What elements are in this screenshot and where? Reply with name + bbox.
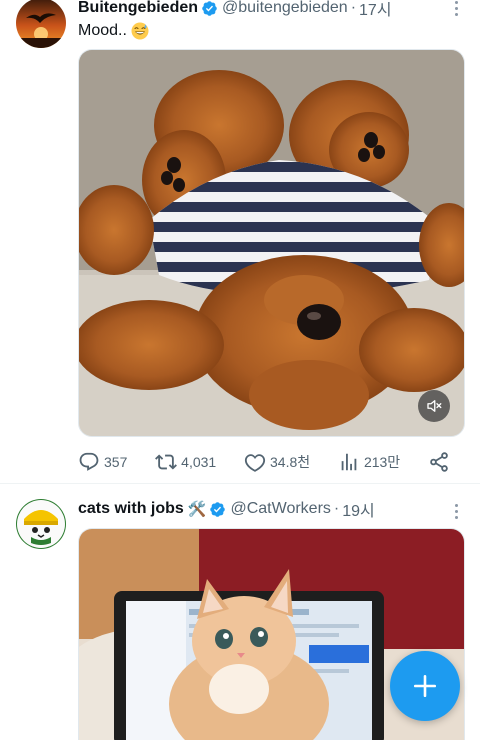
reply-button[interactable]: 357 — [78, 451, 127, 473]
hammer-wrench-emoji-icon: 🛠️ — [187, 501, 207, 518]
share-button[interactable] — [428, 451, 450, 473]
like-count: 34.8천 — [270, 454, 311, 470]
plus-icon — [413, 674, 437, 698]
tweet-header: Buitengebieden @buitengebieden · 17시 — [78, 0, 440, 20]
retweet-button[interactable]: 4,031 — [155, 451, 216, 473]
tweet-text: Mood.. — [78, 22, 149, 40]
grinning-sweat-emoji-icon — [131, 22, 149, 40]
retweet-count: 4,031 — [181, 454, 217, 470]
tweet-header: cats with jobs 🛠️ @CatWorkers · 19시 — [78, 497, 440, 521]
heart-icon — [244, 454, 266, 472]
timestamp[interactable]: 19시 — [342, 497, 375, 521]
handle[interactable]: @buitengebieden — [222, 0, 348, 17]
reply-count: 357 — [104, 454, 128, 470]
more-options-icon[interactable] — [446, 0, 466, 18]
display-name[interactable]: Buitengebieden — [78, 0, 198, 17]
tweet[interactable]: Buitengebieden @buitengebieden · 17시 Moo… — [0, 0, 480, 484]
like-button[interactable]: 34.8천 — [244, 451, 310, 473]
mute-button[interactable] — [418, 390, 450, 422]
timestamp[interactable]: 17시 — [359, 0, 392, 20]
compose-tweet-button[interactable] — [390, 651, 460, 721]
more-options-icon[interactable] — [446, 501, 466, 521]
tweet-video[interactable] — [78, 49, 465, 437]
speaker-muted-icon — [427, 400, 442, 412]
view-count: 213만 — [363, 454, 401, 470]
display-name[interactable]: cats with jobs — [78, 500, 184, 518]
reply-icon — [79, 452, 99, 471]
views-button[interactable]: 213만 — [338, 451, 400, 473]
verified-badge-icon — [209, 501, 226, 518]
handle[interactable]: @CatWorkers — [230, 500, 330, 518]
tweet-actions: 357 4,031 34.8천 213만 — [78, 450, 450, 474]
avatar[interactable] — [16, 499, 66, 549]
share-icon — [430, 452, 448, 472]
avatar[interactable] — [16, 0, 66, 48]
separator-dot: · — [350, 0, 357, 16]
separator-dot: · — [333, 500, 340, 517]
retweet-icon — [155, 454, 178, 470]
verified-badge-icon — [201, 0, 218, 17]
views-chart-icon — [341, 453, 357, 471]
tweet-text-content: Mood.. — [78, 22, 127, 39]
